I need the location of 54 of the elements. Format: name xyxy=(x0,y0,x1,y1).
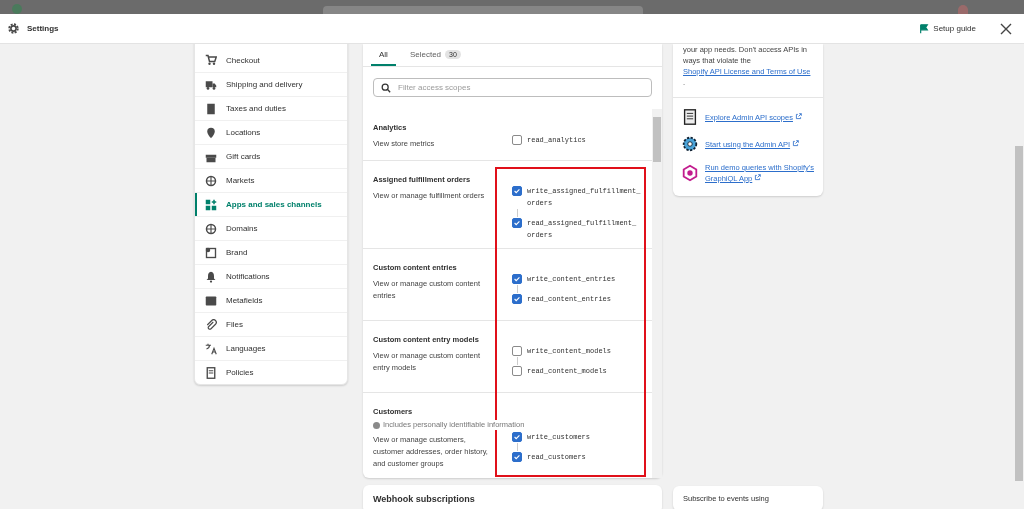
checkbox[interactable] xyxy=(512,186,522,196)
card-title: Webhook subscriptions xyxy=(373,494,476,504)
checkbox[interactable] xyxy=(512,452,522,462)
window-title: Settings xyxy=(27,24,59,33)
checkbox[interactable] xyxy=(512,294,522,304)
sidebar-item[interactable]: Notifications xyxy=(195,264,347,288)
bell-icon xyxy=(205,270,217,283)
apps-icon xyxy=(205,198,217,211)
checkbox[interactable] xyxy=(512,366,522,376)
sidebar-item[interactable]: Checkout xyxy=(195,48,347,72)
scroll-icon xyxy=(205,366,217,379)
tab[interactable]: All xyxy=(371,44,396,66)
setup-guide-button[interactable]: Setup guide xyxy=(917,21,978,36)
scroll-icon xyxy=(681,108,699,126)
graph-icon xyxy=(681,164,699,182)
sidebar-item[interactable]: Policies xyxy=(195,360,347,384)
info-icon xyxy=(373,421,380,429)
sidebar-item[interactable]: Locations xyxy=(195,120,347,144)
sidebar-item[interactable]: Brand xyxy=(195,240,347,264)
close-icon[interactable] xyxy=(1000,22,1012,35)
gear-icon xyxy=(681,135,699,153)
checkbox[interactable] xyxy=(512,135,522,145)
sidebar-item[interactable]: Shipping and delivery xyxy=(195,72,347,96)
brand-icon xyxy=(205,246,217,259)
checkbox[interactable] xyxy=(512,218,522,228)
sidebar-item[interactable]: Languages xyxy=(195,336,347,360)
checkbox[interactable] xyxy=(512,432,522,442)
sidebar-item[interactable]: Apps and sales channels xyxy=(195,192,347,216)
globe-icon xyxy=(205,222,217,235)
sidebar-item[interactable]: Domains xyxy=(195,216,347,240)
clip-icon xyxy=(205,318,217,331)
sidebar-item[interactable]: Gift cards xyxy=(195,144,347,168)
scrollbar[interactable] xyxy=(652,109,662,478)
external-link-icon xyxy=(792,139,800,147)
sidebar-item[interactable]: Markets xyxy=(195,168,347,192)
box-icon xyxy=(205,294,217,307)
cart-icon xyxy=(205,54,217,66)
checkbox[interactable] xyxy=(512,346,522,356)
flag-icon xyxy=(919,23,930,34)
settings-icon xyxy=(7,22,20,35)
sidebar-item[interactable]: Metafields xyxy=(195,288,347,312)
logo-icon xyxy=(12,4,22,14)
external-link-icon xyxy=(794,112,802,120)
lang-icon xyxy=(205,342,217,355)
avatar xyxy=(958,5,968,14)
sidebar-item[interactable]: Taxes and duties xyxy=(195,96,347,120)
pin-icon xyxy=(205,126,217,139)
sidebar-item[interactable]: Files xyxy=(195,312,347,336)
checkbox[interactable] xyxy=(512,274,522,284)
globe-icon xyxy=(205,174,217,187)
external-link-icon xyxy=(754,174,762,181)
search-field[interactable]: Filter access scopes xyxy=(373,78,652,97)
search-icon xyxy=(381,82,391,93)
truck-icon xyxy=(205,78,217,91)
